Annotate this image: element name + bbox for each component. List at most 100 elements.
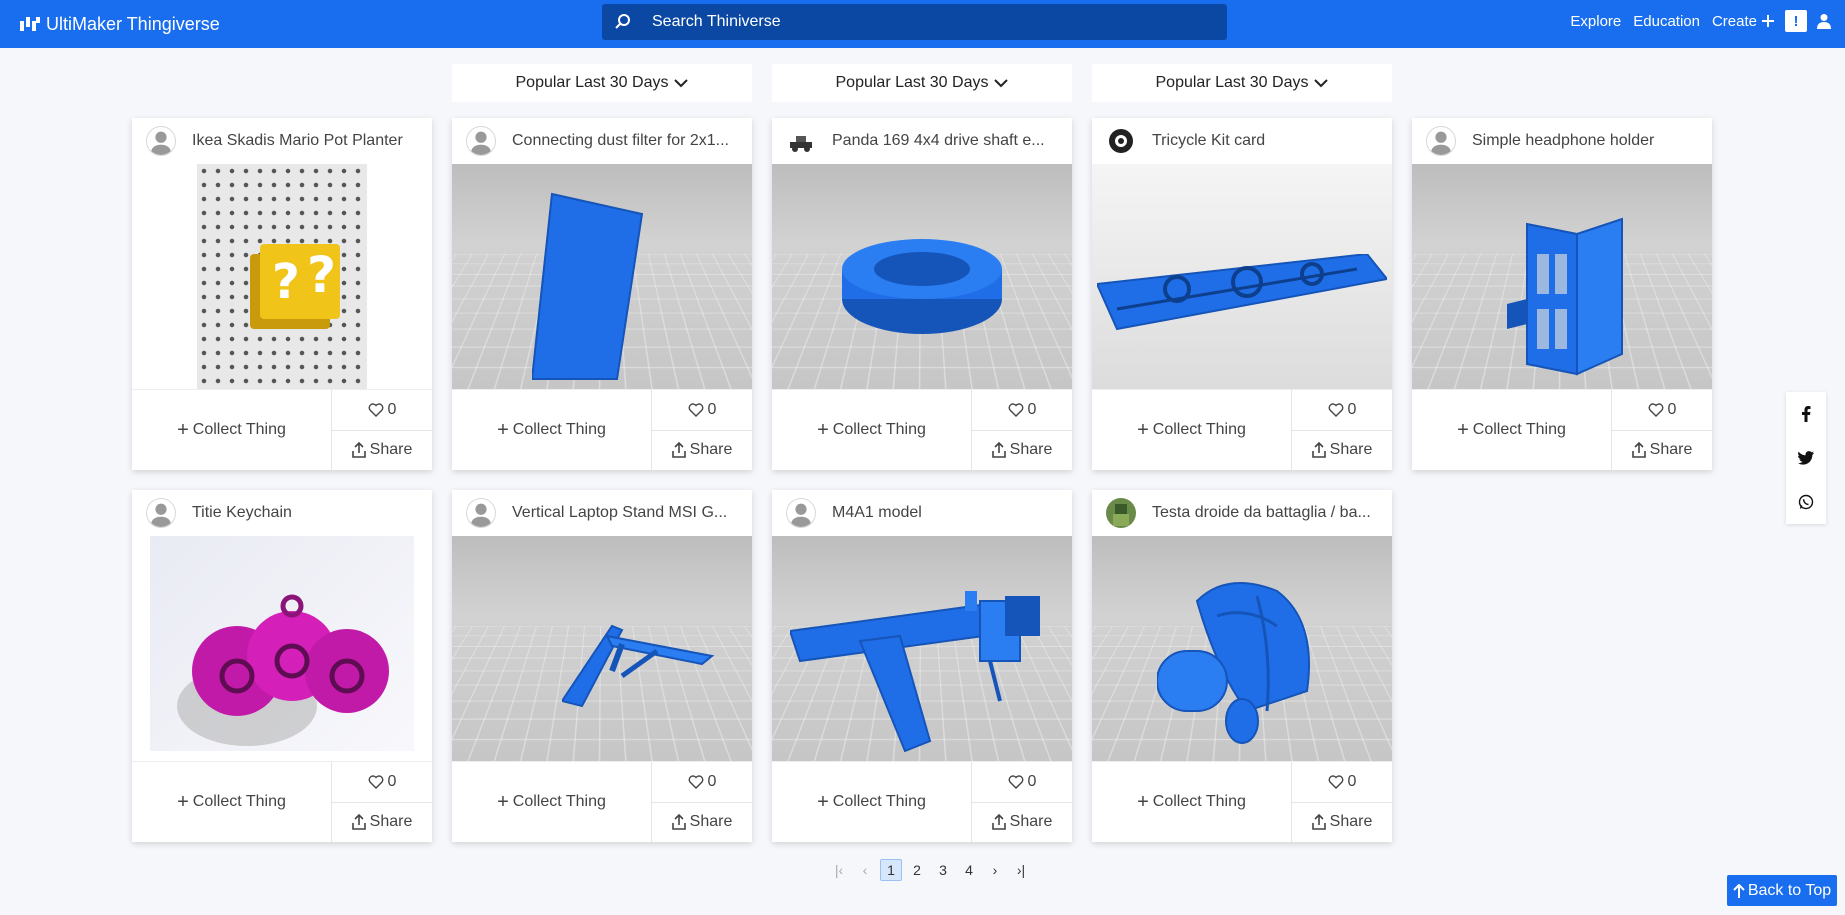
like-count: 0 xyxy=(387,772,397,790)
user-icon[interactable] xyxy=(1817,13,1831,29)
collect-thing-button[interactable]: + Collect Thing xyxy=(132,762,332,842)
facebook-icon[interactable] xyxy=(1801,406,1811,423)
share-label: Share xyxy=(1009,441,1053,459)
thing-thumbnail[interactable] xyxy=(1092,164,1392,389)
page-button[interactable]: 3 xyxy=(932,859,954,881)
filter-dropdown-2[interactable]: Popular Last 30 Days xyxy=(772,64,1072,102)
avatar[interactable] xyxy=(786,498,816,528)
card-title[interactable]: Titie Keychain xyxy=(192,504,417,522)
collect-thing-button[interactable]: + Collect Thing xyxy=(132,390,332,470)
collect-thing-button[interactable]: + Collect Thing xyxy=(1092,390,1292,470)
card-title[interactable]: Connecting dust filter for 2x1... xyxy=(512,132,737,150)
like-count: 0 xyxy=(1027,772,1037,790)
like-button[interactable]: 0 xyxy=(652,390,752,431)
filter-dropdown-1[interactable]: Popular Last 30 Days xyxy=(452,64,752,102)
avatar[interactable] xyxy=(146,498,176,528)
share-button[interactable]: Share xyxy=(1612,431,1712,471)
card-title[interactable]: Vertical Laptop Stand MSI G... xyxy=(512,504,737,522)
thing-thumbnail[interactable] xyxy=(132,536,432,761)
share-button[interactable]: Share xyxy=(332,431,432,471)
share-button[interactable]: Share xyxy=(1292,803,1392,843)
collect-label: Collect Thing xyxy=(192,421,286,438)
collect-thing-button[interactable]: + Collect Thing xyxy=(452,390,652,470)
back-to-top-button[interactable]: Back to Top xyxy=(1727,875,1837,906)
card-header: Panda 169 4x4 drive shaft e... xyxy=(772,118,1072,164)
share-button[interactable]: Share xyxy=(972,431,1072,471)
page-button[interactable]: 2 xyxy=(906,859,928,881)
thing-thumbnail[interactable] xyxy=(452,164,752,389)
avatar[interactable] xyxy=(466,498,496,528)
collect-thing-button[interactable]: + Collect Thing xyxy=(452,762,652,842)
thing-thumbnail[interactable] xyxy=(1092,536,1392,761)
nav-explore[interactable]: Explore xyxy=(1570,13,1621,30)
page-button[interactable]: 1 xyxy=(880,859,902,881)
collect-label: Collect Thing xyxy=(1152,793,1246,810)
card-title[interactable]: Testa droide da battaglia / ba... xyxy=(1152,504,1377,522)
avatar[interactable] xyxy=(146,126,176,156)
collect-label: Collect Thing xyxy=(1152,421,1246,438)
heart-icon xyxy=(688,403,703,417)
search-bar[interactable] xyxy=(602,4,1227,40)
like-count: 0 xyxy=(707,772,717,790)
avatar[interactable] xyxy=(466,126,496,156)
share-button[interactable]: Share xyxy=(652,431,752,471)
twitter-icon[interactable] xyxy=(1798,451,1814,465)
like-button[interactable]: 0 xyxy=(332,762,432,803)
nav-education[interactable]: Education xyxy=(1633,13,1700,30)
next-page-icon[interactable]: › xyxy=(984,859,1006,881)
like-button[interactable]: 0 xyxy=(1612,390,1712,431)
avatar[interactable] xyxy=(786,126,816,156)
share-button[interactable]: Share xyxy=(332,803,432,843)
share-button[interactable]: Share xyxy=(972,803,1072,843)
collect-thing-button[interactable]: + Collect Thing xyxy=(772,390,972,470)
notification-icon[interactable]: ! xyxy=(1785,10,1807,32)
prev-page-icon[interactable]: ‹ xyxy=(854,859,876,881)
share-label: Share xyxy=(1009,813,1053,831)
nav-create[interactable]: Create xyxy=(1712,13,1775,30)
thing-thumbnail[interactable] xyxy=(772,164,1072,389)
brand-name: UltiMaker Thingiverse xyxy=(46,13,220,34)
like-button[interactable]: 0 xyxy=(972,762,1072,803)
like-button[interactable]: 0 xyxy=(332,390,432,431)
avatar[interactable] xyxy=(1106,498,1136,528)
card-title[interactable]: M4A1 model xyxy=(832,504,1057,522)
filter-label: Popular Last 30 Days xyxy=(515,74,669,91)
brand-logo[interactable]: UltiMaker Thingiverse xyxy=(20,12,220,36)
thing-thumbnail[interactable] xyxy=(1412,164,1712,389)
whatsapp-icon[interactable] xyxy=(1798,494,1814,510)
like-button[interactable]: 0 xyxy=(1292,762,1392,803)
collect-label: Collect Thing xyxy=(192,793,286,810)
search-input[interactable] xyxy=(652,13,1212,31)
like-button[interactable]: 0 xyxy=(1292,390,1392,431)
avatar[interactable] xyxy=(1106,126,1136,156)
collect-label: Collect Thing xyxy=(832,421,926,438)
card-header: Testa droide da battaglia / ba... xyxy=(1092,490,1392,536)
like-button[interactable]: 0 xyxy=(652,762,752,803)
like-count: 0 xyxy=(387,400,397,418)
first-page-icon[interactable]: |‹ xyxy=(828,859,850,881)
plus-icon xyxy=(1762,15,1774,27)
ultimaker-logo-icon xyxy=(20,17,40,31)
avatar[interactable] xyxy=(1426,126,1456,156)
chevron-down-icon xyxy=(994,79,1009,88)
arrow-up-icon xyxy=(1733,883,1745,898)
collect-thing-button[interactable]: + Collect Thing xyxy=(1412,390,1612,470)
thing-thumbnail[interactable]: ? ? xyxy=(132,164,432,389)
card-title[interactable]: Tricycle Kit card xyxy=(1152,132,1377,150)
filter-dropdown-3[interactable]: Popular Last 30 Days xyxy=(1092,64,1392,102)
thing-thumbnail[interactable] xyxy=(772,536,1072,761)
like-button[interactable]: 0 xyxy=(972,390,1072,431)
last-page-icon[interactable]: ›| xyxy=(1010,859,1032,881)
card-title[interactable]: Ikea Skadis Mario Pot Planter xyxy=(192,132,417,150)
card-header: M4A1 model xyxy=(772,490,1072,536)
share-button[interactable]: Share xyxy=(652,803,752,843)
card-title[interactable]: Simple headphone holder xyxy=(1472,132,1697,150)
page-button[interactable]: 4 xyxy=(958,859,980,881)
card-title[interactable]: Panda 169 4x4 drive shaft e... xyxy=(832,132,1057,150)
collect-thing-button[interactable]: + Collect Thing xyxy=(772,762,972,842)
like-count: 0 xyxy=(1347,772,1357,790)
thing-thumbnail[interactable] xyxy=(452,536,752,761)
card-footer: + Collect Thing 0 Share xyxy=(772,761,1072,842)
collect-thing-button[interactable]: + Collect Thing xyxy=(1092,762,1292,842)
share-button[interactable]: Share xyxy=(1292,431,1392,471)
